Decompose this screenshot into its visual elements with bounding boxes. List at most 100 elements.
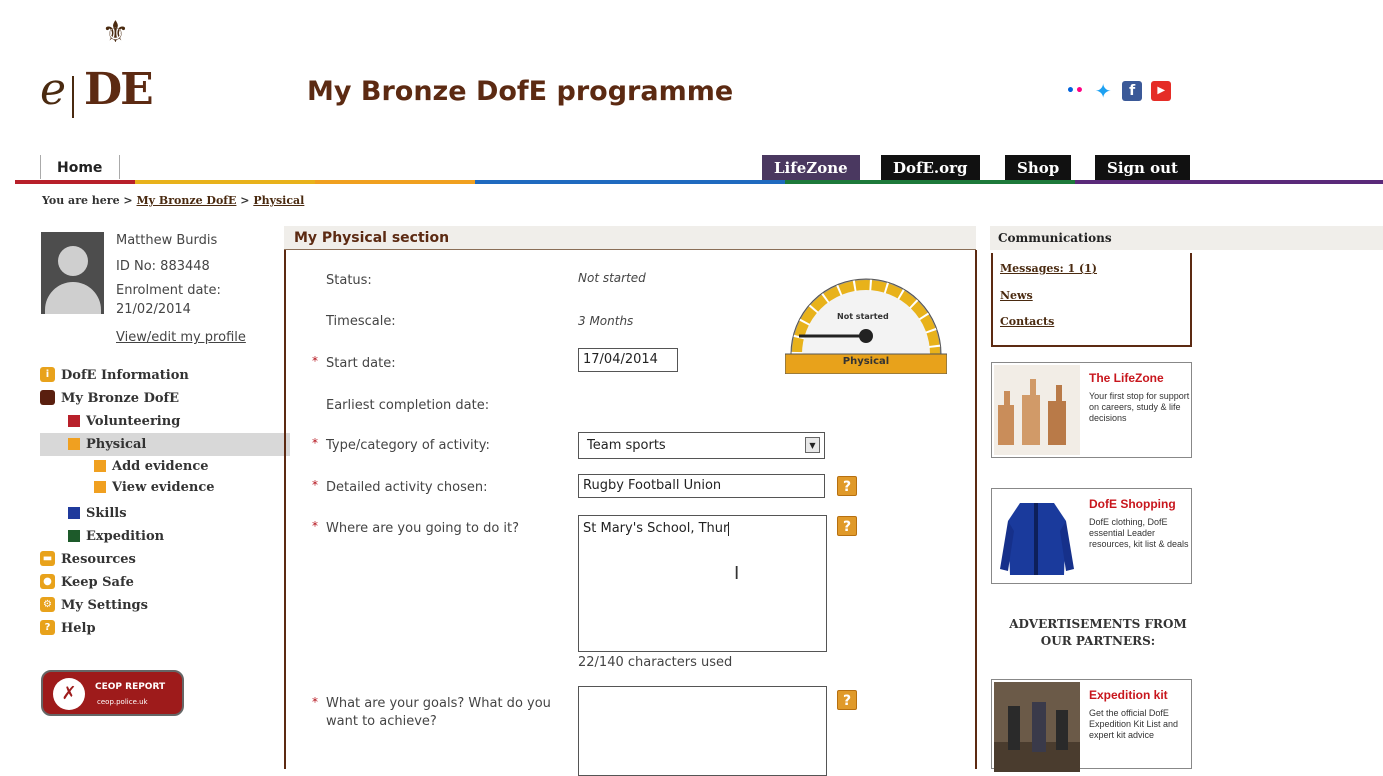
facebook-icon[interactable]: f [1122, 80, 1143, 101]
profile-enrol-label: Enrolment date: [116, 283, 221, 298]
detailed-activity-field[interactable]: Rugby Football Union [578, 474, 825, 498]
nav-shop[interactable]: Shop [1005, 155, 1072, 181]
sidebar-item-keep-safe[interactable]: ● Keep Safe [40, 571, 270, 594]
timescale-label: Timescale: [326, 314, 396, 329]
promo-description: DofE clothing, DofE essential Leader res… [1089, 517, 1189, 549]
square-icon [94, 480, 106, 493]
help-icon: ? [40, 620, 55, 635]
nav-lifezone[interactable]: LifeZone [762, 155, 860, 181]
detailed-activity-label: * Detailed activity chosen: [312, 478, 488, 495]
nav-sign-out[interactable]: Sign out [1095, 155, 1190, 181]
rainbow-divider [15, 180, 1383, 184]
nav-dofe-org[interactable]: DofE.org [881, 155, 980, 181]
start-date-field[interactable]: 17/04/2014 [578, 348, 678, 372]
character-counter: 22/140 characters used [578, 655, 733, 670]
breadcrumb: You are here > My Bronze DofE > Physical [42, 194, 304, 207]
progress-gauge: Not started Physical [784, 276, 948, 375]
jacket-image [994, 491, 1080, 581]
gauge-status-text: Not started [837, 312, 889, 321]
youtube-icon[interactable]: ▶ [1151, 80, 1172, 101]
square-icon [68, 529, 80, 542]
flickr-icon[interactable]: •• [1066, 80, 1084, 101]
ceop-icon: ✗ [53, 678, 85, 710]
messages-link[interactable]: Messages: 1 (1) [1000, 262, 1097, 275]
help-icon[interactable]: ? [837, 516, 857, 536]
crown-emblem-icon: ⚜ [102, 15, 129, 50]
gear-icon: ⚙ [40, 597, 55, 612]
sidebar-item-help[interactable]: ? Help [40, 617, 270, 640]
profile-enrol-date: 21/02/2014 [116, 302, 191, 317]
sidebar-nav: i DofE Information My Bronze DofE Volunte… [40, 364, 290, 640]
status-value: Not started [578, 271, 646, 285]
avatar [41, 232, 104, 314]
tab-home[interactable]: Home [40, 155, 120, 179]
ceop-subtitle: ceop.police.uk [97, 698, 148, 706]
goals-label: * What are your goals? What do you want t… [312, 695, 551, 729]
advertisements-heading: ADVERTISEMENTS FROM OUR PARTNERS: [1009, 617, 1187, 648]
logo-divider [72, 76, 74, 118]
sidebar-item-resources[interactable]: ▬ Resources [40, 548, 270, 571]
promo-title: DofE Shopping [1089, 497, 1176, 511]
ceop-report-button[interactable]: ✗ CEOP REPORT ceop.police.uk [41, 670, 184, 716]
profile-id: ID No: 883448 [116, 259, 210, 274]
promo-description: Your first stop for support on careers, … [1089, 391, 1190, 423]
status-label: Status: [326, 273, 372, 288]
start-date-label: * Start date: [312, 354, 396, 371]
square-icon [68, 414, 80, 427]
promo-title: The LifeZone [1089, 371, 1164, 385]
activity-type-label: * Type/category of activity: [312, 436, 490, 453]
breadcrumb-physical[interactable]: Physical [253, 194, 304, 207]
promo-description: Get the official DofE Expedition Kit Lis… [1089, 708, 1179, 740]
promo-title: Expedition kit [1089, 688, 1168, 702]
activity-type-value: Team sports [587, 438, 666, 453]
chevron-down-icon[interactable]: ▼ [805, 437, 820, 453]
sidebar-item-expedition[interactable]: Expedition [40, 525, 270, 548]
twitter-icon[interactable]: ✦ [1093, 80, 1114, 101]
promo-lifezone[interactable]: The LifeZone Your first stop for support… [991, 362, 1192, 458]
activity-type-select[interactable]: Team sports ▼ [578, 432, 825, 459]
earliest-completion-label: Earliest completion date: [326, 398, 490, 413]
sidebar-item-skills[interactable]: Skills [40, 502, 270, 525]
breadcrumb-separator: > [240, 194, 250, 207]
where-label: * Where are you going to do it? [312, 519, 520, 536]
sidebar-item-physical[interactable]: Physical [40, 433, 290, 456]
help-icon[interactable]: ? [837, 690, 857, 710]
sidebar-item-view-evidence[interactable]: View evidence [40, 477, 270, 502]
square-icon [68, 506, 80, 519]
social-icons: •• ✦ f ▶ [1066, 80, 1175, 101]
sidebar-item-volunteering[interactable]: Volunteering [40, 410, 270, 433]
text-cursor [728, 521, 730, 536]
thumbs-up-image [994, 365, 1080, 455]
square-icon [68, 437, 80, 450]
goals-textarea[interactable] [578, 686, 827, 776]
page-title: My Bronze DofE programme [307, 76, 734, 107]
section-border-left [284, 250, 286, 769]
logo-e: e [40, 64, 67, 115]
breadcrumb-my-bronze-dofe[interactable]: My Bronze DofE [137, 194, 237, 207]
promo-expedition-kit[interactable]: Expedition kit Get the official DofE Exp… [991, 679, 1192, 772]
contacts-link[interactable]: Contacts [1000, 315, 1054, 328]
gauge-label: Physical [842, 356, 890, 367]
sidebar-item-add-evidence[interactable]: Add evidence [40, 456, 270, 477]
ibeam-cursor-icon: I [734, 563, 740, 584]
breadcrumb-prefix: You are here > [42, 194, 133, 207]
where-textarea[interactable]: St Mary's School, Thur [578, 515, 827, 652]
square-icon [94, 459, 106, 472]
ceop-title: CEOP REPORT [95, 682, 166, 692]
communications-header: Communications [990, 226, 1383, 250]
required-marker: * [312, 354, 318, 368]
section-border-right [975, 250, 977, 769]
sidebar-item-dofe-information[interactable]: i DofE Information [40, 364, 270, 387]
promo-dofe-shopping[interactable]: DofE Shopping DofE clothing, DofE essent… [991, 488, 1192, 584]
info-icon: i [40, 367, 55, 382]
help-icon[interactable]: ? [837, 476, 857, 496]
sidebar-item-my-bronze-dofe[interactable]: My Bronze DofE [40, 387, 270, 410]
profile-name: Matthew Burdis [116, 233, 218, 248]
timescale-value: 3 Months [578, 314, 634, 328]
logo-de: DE [84, 64, 154, 115]
sidebar-item-my-settings[interactable]: ⚙ My Settings [40, 594, 270, 617]
folder-icon: ▬ [40, 551, 55, 566]
dofe-logo[interactable]: ⚜ e DE [40, 15, 180, 118]
news-link[interactable]: News [1000, 289, 1033, 302]
edit-profile-link[interactable]: View/edit my profile [116, 330, 246, 345]
